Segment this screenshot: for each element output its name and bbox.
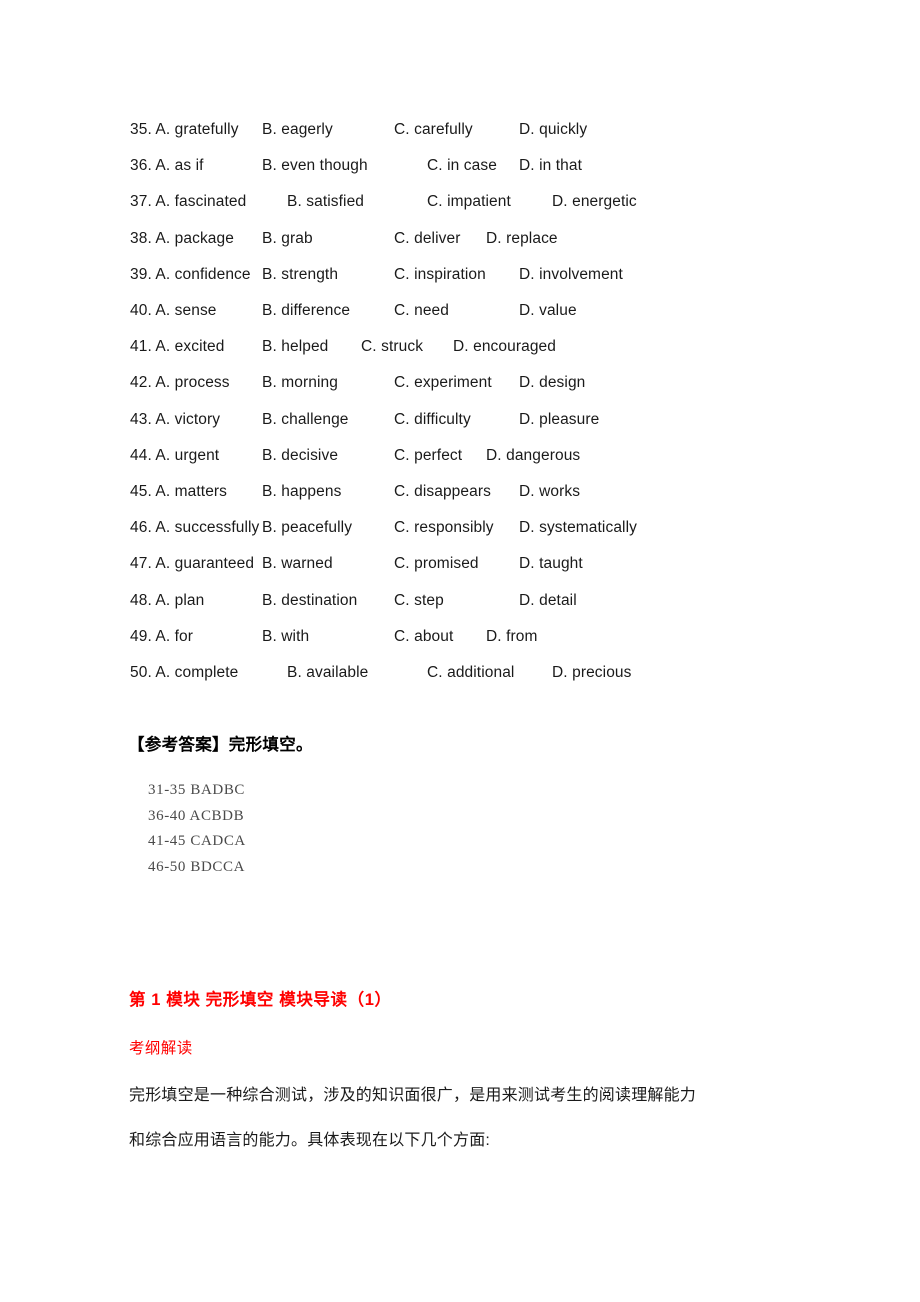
- question-row: 45. A. matters B. happens C. disappears D. …: [0, 474, 920, 510]
- question-row: 35. A. gratefully B. eagerly C. carefully D…: [0, 112, 920, 148]
- option-choice[interactable]: D. from: [486, 619, 538, 655]
- option-choice[interactable]: B. challenge: [262, 402, 349, 438]
- option-choice[interactable]: 35. A. gratefully: [130, 112, 239, 148]
- option-choice[interactable]: 38. A. package: [130, 221, 234, 257]
- option-choice[interactable]: 39. A. confidence: [130, 257, 251, 293]
- option-choice[interactable]: D. in that: [519, 148, 582, 184]
- option-choice[interactable]: 50. A. complete: [130, 655, 238, 691]
- option-choice[interactable]: C. in case: [427, 148, 497, 184]
- question-row: 42. A. process B. morning C. experiment D. …: [0, 365, 920, 401]
- option-choice[interactable]: B. available: [287, 655, 368, 691]
- option-choice[interactable]: B. happens: [262, 474, 341, 510]
- option-choice[interactable]: D. taught: [519, 546, 583, 582]
- option-choice[interactable]: D. precious: [552, 655, 632, 691]
- option-choice[interactable]: 42. A. process: [130, 365, 230, 401]
- option-choice[interactable]: 37. A. fascinated: [130, 184, 246, 220]
- option-choice[interactable]: D. design: [519, 365, 585, 401]
- question-row: 43. A. victory B. challenge C. difficulty D…: [0, 402, 920, 438]
- option-choice[interactable]: B. morning: [262, 365, 338, 401]
- option-choice[interactable]: 43. A. victory: [130, 402, 220, 438]
- question-row: 41. A. excited B. helped C. struck D. encou…: [0, 329, 920, 365]
- paragraph-line: 和综合应用语言的能力。具体表现在以下几个方面:: [129, 1132, 491, 1149]
- option-choice[interactable]: D. energetic: [552, 184, 637, 220]
- option-choice[interactable]: 47. A. guaranteed: [130, 546, 254, 582]
- option-choice[interactable]: D. works: [519, 474, 580, 510]
- option-choice[interactable]: D. encouraged: [453, 329, 556, 365]
- option-choice[interactable]: C. difficulty: [394, 402, 471, 438]
- option-choice[interactable]: C. perfect: [394, 438, 462, 474]
- question-row: 50. A. complete B. available C. additional…: [0, 655, 920, 691]
- option-choice[interactable]: 49. A. for: [130, 619, 193, 655]
- option-choice[interactable]: B. difference: [262, 293, 350, 329]
- answer-key-line: 31-35 BADBC: [148, 782, 246, 798]
- section-heading-syllabus-interpretation: 考纲解读: [129, 1040, 193, 1057]
- option-choice[interactable]: C. promised: [394, 546, 479, 582]
- option-choice[interactable]: C. additional: [427, 655, 514, 691]
- question-row: 39. A. confidence B. strength C. inspirati…: [0, 257, 920, 293]
- answer-key-line: 46-50 BDCCA: [148, 858, 246, 875]
- question-row: 48. A. plan B. destination C. step D. detai…: [0, 583, 920, 619]
- question-row: 44. A. urgent B. decisive C. perfect D. dan…: [0, 438, 920, 474]
- option-choice[interactable]: 36. A. as if: [130, 148, 204, 184]
- option-choice[interactable]: C. need: [394, 293, 449, 329]
- option-choice[interactable]: B. grab: [262, 221, 313, 257]
- option-choice[interactable]: C. disappears: [394, 474, 491, 510]
- option-choice[interactable]: D. quickly: [519, 112, 587, 148]
- option-choice[interactable]: B. eagerly: [262, 112, 333, 148]
- question-row: 47. A. guaranteed B. warned C. promised D. …: [0, 546, 920, 582]
- option-choice[interactable]: C. responsibly: [394, 510, 494, 546]
- option-choice[interactable]: 40. A. sense: [130, 293, 217, 329]
- option-choice[interactable]: D. involvement: [519, 257, 623, 293]
- option-choice[interactable]: 45. A. matters: [130, 474, 227, 510]
- answer-key-line: 41-45 CADCA: [148, 833, 246, 849]
- option-choice[interactable]: B. satisfied: [287, 184, 364, 220]
- answer-key-title: 【参考答案】完形填空。: [128, 736, 313, 754]
- option-choice[interactable]: C. step: [394, 583, 444, 619]
- option-choice[interactable]: B. warned: [262, 546, 333, 582]
- option-choice[interactable]: 46. A. successfully: [130, 510, 259, 546]
- question-row: 49. A. for B. with C. about D. from: [0, 619, 920, 655]
- option-choice[interactable]: C. experiment: [394, 365, 492, 401]
- question-row: 37. A. fascinated B. satisfied C. impatien…: [0, 184, 920, 220]
- option-choice[interactable]: C. impatient: [427, 184, 511, 220]
- option-choice[interactable]: B. peacefully: [262, 510, 352, 546]
- option-choice[interactable]: 48. A. plan: [130, 583, 204, 619]
- question-row: 46. A. successfully B. peacefully C. respo…: [0, 510, 920, 546]
- module-heading: 第 1 模块 完形填空 模块导读（1）: [129, 991, 392, 1009]
- question-row: 40. A. sense B. difference C. need D. value: [0, 293, 920, 329]
- option-choice[interactable]: C. inspiration: [394, 257, 486, 293]
- document-page: 35. A. gratefully B. eagerly C. carefully D…: [0, 0, 920, 1302]
- option-choice[interactable]: D. systematically: [519, 510, 637, 546]
- option-choice[interactable]: C. about: [394, 619, 453, 655]
- option-choice[interactable]: 44. A. urgent: [130, 438, 219, 474]
- option-choice[interactable]: B. even though: [262, 148, 368, 184]
- option-choice[interactable]: D. pleasure: [519, 402, 599, 438]
- option-choice[interactable]: B. helped: [262, 329, 328, 365]
- option-choice[interactable]: C. deliver: [394, 221, 460, 257]
- paragraph-line: 完形填空是一种综合测试，涉及的知识面很广，是用来测试考生的阅读理解能力: [129, 1087, 697, 1104]
- question-row: 36. A. as if B. even though C. in case D. i…: [0, 148, 920, 184]
- option-choice[interactable]: D. replace: [486, 221, 558, 257]
- answer-key-line: 36-40 ACBDB: [148, 807, 245, 824]
- option-choice[interactable]: D. detail: [519, 583, 577, 619]
- option-choice[interactable]: C. carefully: [394, 112, 473, 148]
- option-choice[interactable]: B. strength: [262, 257, 338, 293]
- option-choice[interactable]: D. dangerous: [486, 438, 580, 474]
- option-choice[interactable]: B. with: [262, 619, 309, 655]
- option-choice[interactable]: 41. A. excited: [130, 329, 224, 365]
- option-choice[interactable]: B. decisive: [262, 438, 338, 474]
- option-choice[interactable]: C. struck: [361, 329, 423, 365]
- option-choice[interactable]: D. value: [519, 293, 577, 329]
- option-choice[interactable]: B. destination: [262, 583, 357, 619]
- question-row: 38. A. package B. grab C. deliver D. replac…: [0, 221, 920, 257]
